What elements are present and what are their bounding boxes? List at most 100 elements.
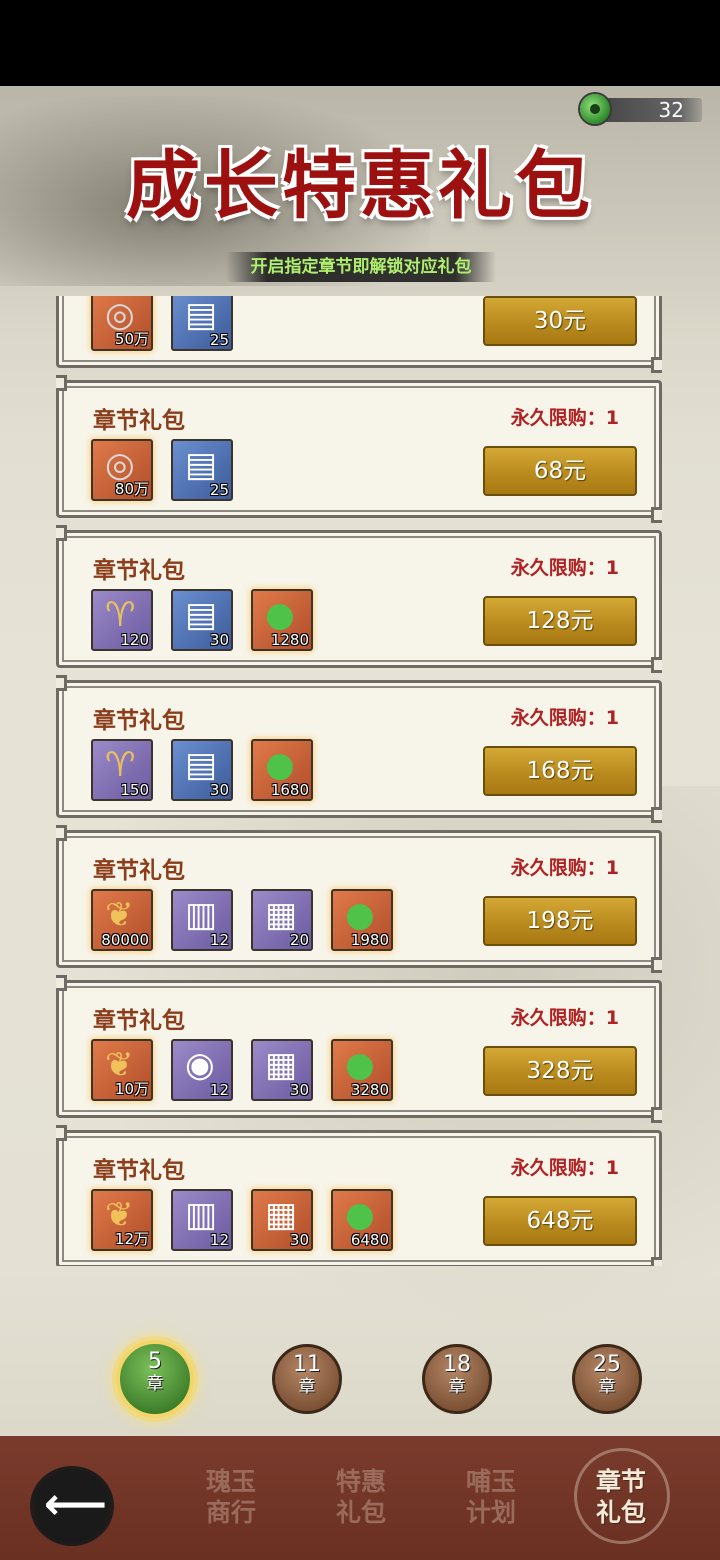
reward-item[interactable]: ● 1980: [331, 889, 393, 951]
item-count: 6480: [350, 1231, 389, 1249]
tab-special-offer[interactable]: 特惠 礼包: [316, 1466, 406, 1528]
item-count: 12万: [114, 1230, 149, 1248]
back-button[interactable]: ⟵: [30, 1466, 114, 1546]
reward-item[interactable]: ◎ 50万: [91, 296, 153, 351]
tab-label-line2: 计划: [465, 1498, 516, 1527]
reward-item[interactable]: ▦ 30: [251, 1189, 313, 1251]
purchase-limit: 永久限购：1: [510, 857, 619, 879]
reward-item[interactable]: ● 3280: [331, 1039, 393, 1101]
pack-card: 章节礼包 永久限购：1 ❦ 12万 ▥ 12 ▦ 30 ● 6480 648元: [56, 1125, 662, 1266]
skill-book-icon: ▤: [185, 296, 218, 335]
game-screen: 32 成长特惠礼包 开启指定章节即解锁对应礼包 ◎ 50万 ▤ 25 30元 章节礼包 永久…: [0, 86, 720, 1560]
reward-item[interactable]: ▥ 12: [171, 889, 233, 951]
jade-icon: ●: [265, 595, 295, 635]
item-count: 150: [120, 781, 149, 799]
scroll-icon: ▦: [265, 895, 298, 935]
buy-button[interactable]: 128元: [483, 596, 637, 646]
tab-label-line2: 商行: [205, 1498, 256, 1527]
pack-name: 章节礼包: [93, 1007, 185, 1034]
jade-icon: ●: [265, 745, 295, 785]
chapter-unit: 章: [598, 1377, 616, 1397]
item-count: 1980: [350, 931, 389, 949]
tab-label-line2: 礼包: [595, 1498, 646, 1527]
item-count: 20: [289, 931, 309, 949]
reward-item[interactable]: ● 1680: [251, 739, 313, 801]
jade-icon: ●: [345, 895, 375, 935]
item-count: 12: [209, 931, 229, 949]
reward-item[interactable]: ● 6480: [331, 1189, 393, 1251]
buy-button[interactable]: 648元: [483, 1196, 637, 1246]
page-title: 成长特惠礼包: [126, 143, 594, 229]
reward-item[interactable]: ▦ 30: [251, 1039, 313, 1101]
chapter-button-5[interactable]: 5章: [116, 1340, 194, 1418]
pack-card: 章节礼包 永久限购：1 ♈ 150 ▤ 30 ● 1680 168元: [56, 675, 662, 823]
reward-item[interactable]: ▤ 30: [171, 739, 233, 801]
skill-book-icon: ▤: [185, 745, 218, 785]
item-count: 80000: [101, 931, 149, 949]
jade-currency-display[interactable]: 32: [580, 94, 702, 124]
reward-item[interactable]: ● 1280: [251, 589, 313, 651]
pack-name: 章节礼包: [93, 707, 185, 734]
horn-icon: ♈: [105, 595, 136, 635]
reward-item[interactable]: ❦ 12万: [91, 1189, 153, 1251]
reward-item[interactable]: ▥ 12: [171, 1189, 233, 1251]
buy-button[interactable]: 68元: [483, 446, 637, 496]
purchase-limit: 永久限购：1: [510, 707, 619, 729]
back-arrow-icon: ⟵: [44, 1479, 108, 1530]
pack-name: 章节礼包: [93, 407, 185, 434]
chapter-number: 18: [443, 1352, 471, 1377]
bottom-nav: ⟵ 瑰玉 商行 特惠 礼包 哺玉 计划 章节 礼包: [0, 1436, 720, 1560]
tab-label-line1: 章节: [595, 1467, 646, 1496]
reward-item[interactable]: ▤ 25: [171, 439, 233, 501]
tab-label-line1: 哺玉: [465, 1467, 516, 1496]
pack-card: 章节礼包 永久限购：1 ❦ 10万 ◉ 12 ▦ 30 ● 3280 328元: [56, 975, 662, 1123]
buy-button[interactable]: 30元: [483, 296, 637, 346]
chapter-button-18[interactable]: 18 章: [422, 1344, 492, 1414]
jade-icon: ●: [345, 1195, 375, 1235]
item-count: 12: [209, 1231, 229, 1249]
tab-jade-shop[interactable]: 瑰玉 商行: [186, 1466, 276, 1528]
purchase-limit: 永久限购：1: [510, 557, 619, 579]
item-count: 30: [289, 1231, 309, 1249]
reward-item[interactable]: ❦ 80000: [91, 889, 153, 951]
reward-item[interactable]: ♈ 150: [91, 739, 153, 801]
reward-item[interactable]: ▤ 30: [171, 589, 233, 651]
reward-item[interactable]: ◉ 12: [171, 1039, 233, 1101]
grain-icon: ❦: [105, 895, 134, 935]
tab-label-line2: 礼包: [335, 1498, 386, 1527]
horn-icon: ♈: [105, 745, 136, 785]
jade-icon: [580, 94, 610, 124]
reward-item[interactable]: ❦ 10万: [91, 1039, 153, 1101]
chapter-button-25[interactable]: 25 章: [572, 1344, 642, 1414]
tab-jade-plan[interactable]: 哺玉 计划: [446, 1466, 536, 1528]
chapter-number: 11: [293, 1352, 321, 1377]
chapter-unit: 章: [298, 1377, 316, 1397]
tab-label-line1: 特惠: [335, 1467, 386, 1496]
pack-card: 章节礼包 永久限购：1 ❦ 80000 ▥ 12 ▦ 20 ● 1980 198元: [56, 825, 662, 973]
chapter-selector: 5 章 11 章 18 章 25 章: [0, 1318, 720, 1428]
scroll-icon: ▦: [265, 1195, 298, 1235]
chapter-button-11[interactable]: 11 章: [272, 1344, 342, 1414]
reward-item[interactable]: ◎ 80万: [91, 439, 153, 501]
purchase-limit: 永久限购：1: [510, 1007, 619, 1029]
pack-card: ◎ 50万 ▤ 25 30元: [56, 296, 662, 373]
reward-item[interactable]: ▦ 20: [251, 889, 313, 951]
buy-button[interactable]: 328元: [483, 1046, 637, 1096]
item-count: 120: [120, 631, 149, 649]
currency-bar: [594, 98, 702, 122]
item-count: 1280: [270, 631, 309, 649]
pack-list[interactable]: ◎ 50万 ▤ 25 30元 章节礼包 永久限购：1 ◎ 80万 ▤ 25 68元 章节礼包 永久限购：1…: [56, 296, 662, 1266]
speedup-token-icon: ◉: [185, 1045, 215, 1085]
buy-button[interactable]: 198元: [483, 896, 637, 946]
unlock-hint: 开启指定章节即解锁对应礼包: [226, 252, 496, 282]
item-count: 30: [289, 1081, 309, 1099]
reward-item[interactable]: ♈ 120: [91, 589, 153, 651]
item-count: 10万: [114, 1080, 149, 1098]
pack-name: 章节礼包: [93, 1157, 185, 1184]
reward-item[interactable]: ▤ 25: [171, 296, 233, 351]
buy-button[interactable]: 168元: [483, 746, 637, 796]
tab-chapter-pack[interactable]: 章节 礼包: [576, 1466, 666, 1528]
item-count: 80万: [114, 480, 149, 498]
item-count: 25: [209, 331, 229, 349]
chapter-unit: 章: [146, 1374, 164, 1394]
